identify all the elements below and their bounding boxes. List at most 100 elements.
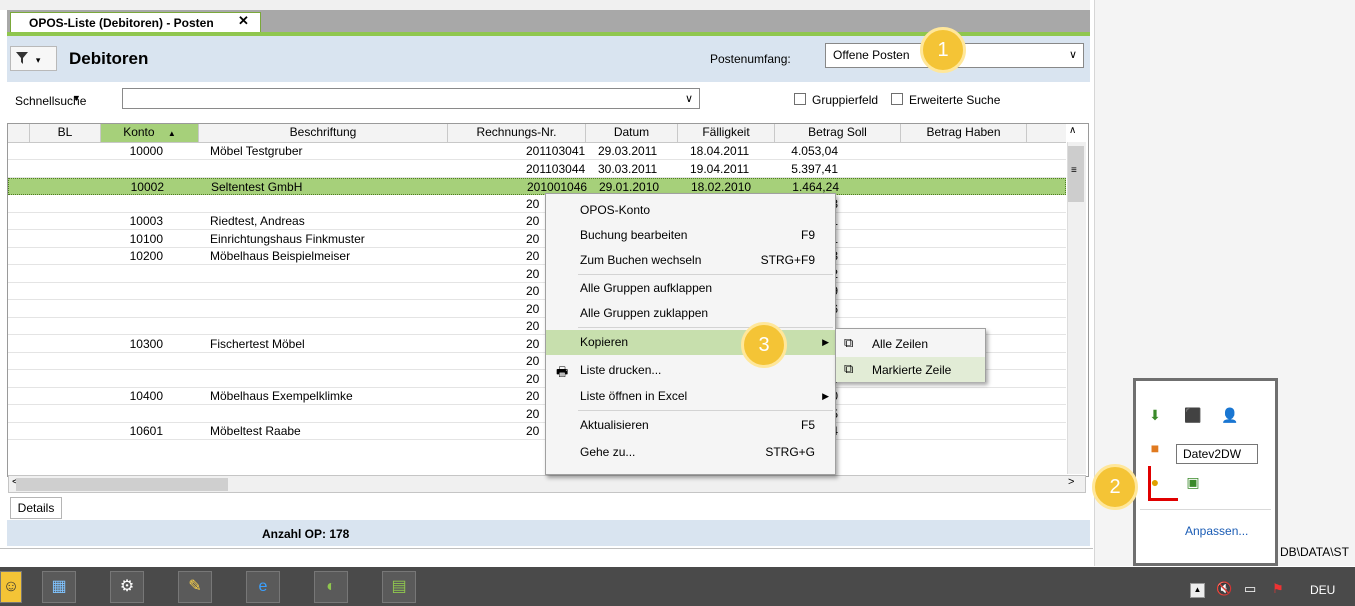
menu-item-aktualisieren[interactable]: Aktualisieren F5: [546, 413, 835, 438]
tray-app-icon[interactable]: ⬇: [1145, 406, 1165, 424]
table-row[interactable]: 201.017,82: [8, 266, 1066, 283]
tab-opos-liste[interactable]: OPOS-Liste (Debitoren) - Posten: [10, 12, 261, 34]
search-input[interactable]: ∨: [122, 88, 700, 109]
cell-rnr: 20: [526, 389, 540, 403]
table-row[interactable]: 10003Riedtest, Andreas203.029,91: [8, 213, 1066, 230]
flag-icon[interactable]: ⚑: [1272, 581, 1284, 597]
postenumfang-value: Offene Posten: [833, 48, 910, 62]
menu-separator: [578, 410, 833, 411]
menu-item-alle-gruppen-zuklappen[interactable]: Alle Gruppen zuklappen: [546, 301, 835, 326]
page-title: Debitoren: [69, 49, 149, 68]
table-row[interactable]: 204.369,76: [8, 301, 1066, 318]
table-row-selected[interactable]: 10002 Seltentest GmbH 201001046 29.01.2010 1…: [8, 178, 1066, 195]
cell-soll: 4.053,04: [791, 144, 838, 158]
show-hidden-icons-button[interactable]: ▲: [1190, 583, 1205, 598]
menu-separator: [578, 274, 833, 275]
table-row[interactable]: 201.370,93: [8, 196, 1066, 213]
tab-details[interactable]: Details: [10, 497, 62, 519]
col-rechnungs-nr[interactable]: Rechnungs-Nr.: [448, 124, 586, 142]
kopieren-submenu: ⧉ Alle Zeilen ⧉ Markierte Zeile: [835, 328, 986, 382]
table-row[interactable]: 10100Einrichtungshaus Finkmuster204.499,…: [8, 231, 1066, 248]
taskbar-app-icon[interactable]: ▦: [42, 571, 76, 603]
submenu-arrow-icon: ▶: [822, 391, 829, 401]
annotation-badge: 1: [920, 27, 966, 73]
user-icon[interactable]: 👤: [1220, 406, 1240, 424]
cell-rnr: 201103041: [526, 144, 586, 158]
highlight-marker: [1148, 466, 1151, 501]
chevron-down-icon[interactable]: ▼: [72, 93, 81, 103]
cell-rnr: 20: [526, 214, 540, 228]
erweiterte-suche-checkbox[interactable]: [891, 93, 903, 105]
taskbar-app-icon[interactable]: ☺: [0, 571, 22, 603]
erweiterte-suche-label: Erweiterte Suche: [909, 93, 1001, 107]
menu-label: Alle Gruppen aufklappen: [580, 281, 713, 295]
table-row[interactable]: 10400Möbelhaus Exempelklimke2050.105,30: [8, 388, 1066, 405]
taskbar-app-icon[interactable]: ◐: [314, 571, 348, 603]
col-betrag-haben[interactable]: Betrag Haben: [901, 124, 1027, 142]
postenumfang-label: Postenumfang:: [710, 52, 791, 66]
menu-item-opos-konto[interactable]: OPOS-Konto: [546, 198, 835, 223]
tab-close-icon[interactable]: ✕: [238, 13, 249, 29]
anpassen-link[interactable]: Anpassen...: [1185, 524, 1248, 538]
browser-icon[interactable]: e: [246, 571, 280, 603]
cell-faellig: 18.04.2011: [690, 144, 750, 158]
menu-item-buchung-bearbeiten[interactable]: Buchung bearbeiten F9: [546, 223, 835, 248]
cell-konto: 10300: [129, 336, 163, 351]
tray-app-icon[interactable]: ▣: [1183, 473, 1203, 491]
col-betrag-soll[interactable]: Betrag Soll: [775, 124, 901, 142]
cell-konto: 10200: [129, 249, 163, 263]
table-row[interactable]: 10200Möbelhaus Beispielmeiser202.836,83: [8, 248, 1066, 265]
chevron-down-icon: ∨: [1068, 49, 1077, 61]
copy-icon: ⧉: [844, 361, 854, 376]
horizontal-scrollbar-thumb[interactable]: [16, 478, 228, 491]
cell-faellig: 18.02.2010: [691, 180, 752, 194]
submenu-item-alle-zeilen[interactable]: ⧉ Alle Zeilen: [836, 331, 985, 356]
submenu-arrow-icon: ▶: [822, 337, 829, 347]
menu-separator: [578, 327, 833, 328]
tab-title: OPOS-Liste (Debitoren) - Posten: [29, 16, 214, 30]
table-row[interactable]: 201103044 30.03.2011 19.04.2011 5.397,41: [8, 161, 1066, 178]
language-indicator[interactable]: DEU: [1310, 583, 1335, 597]
table-row[interactable]: 10000 Möbel Testgruber 201103041 29.03.2011…: [8, 143, 1066, 160]
menu-item-gehe-zu[interactable]: Gehe zu... STRG+G: [546, 440, 835, 465]
table-row[interactable]: 204.978,75: [8, 406, 1066, 423]
submenu-label: Alle Zeilen: [872, 337, 929, 351]
cell-datum: 29.01.2010: [599, 180, 660, 194]
tray-app-icon[interactable]: ■: [1145, 439, 1165, 457]
scroll-up-icon[interactable]: ∧: [1069, 125, 1076, 136]
menu-item-liste-drucken[interactable]: 🖶 Liste drucken...: [546, 358, 835, 383]
speaker-muted-icon[interactable]: 🔇: [1216, 581, 1232, 597]
scroll-right-icon[interactable]: >: [1068, 476, 1074, 488]
col-konto[interactable]: Konto ▲: [101, 124, 199, 142]
menu-item-zum-buchen-wechseln[interactable]: Zum Buchen wechseln STRG+F9: [546, 248, 835, 273]
col-datum[interactable]: Datum: [586, 124, 678, 142]
cell-konto: 10601: [129, 424, 163, 438]
footer-bar: [7, 520, 1090, 546]
cell-rnr: 20: [526, 319, 540, 333]
cell-konto: 10003: [129, 214, 163, 228]
menu-item-alle-gruppen-aufklappen[interactable]: Alle Gruppen aufklappen: [546, 276, 835, 301]
menu-item-kopieren[interactable]: Kopieren ▶: [546, 330, 835, 355]
gruppierfeld-checkbox[interactable]: [794, 93, 806, 105]
submenu-item-markierte-zeile[interactable]: ⧉ Markierte Zeile: [836, 357, 985, 382]
table-row[interactable]: 204.408,19: [8, 283, 1066, 300]
gear-icon[interactable]: ⚙: [110, 571, 144, 603]
taskbar-app-icon[interactable]: ✎: [178, 571, 212, 603]
col-indicator: [8, 124, 30, 142]
col-beschriftung[interactable]: Beschriftung: [199, 124, 448, 142]
grip-icon: ≡: [1071, 165, 1077, 176]
calculator-icon[interactable]: ▤: [382, 571, 416, 603]
menu-label: Gehe zu...: [580, 445, 636, 459]
col-faelligkeit[interactable]: Fälligkeit: [678, 124, 775, 142]
table-row[interactable]: 10601Möbeltest Raabe20897,74: [8, 423, 1066, 440]
filter-button[interactable]: ▾: [10, 46, 57, 71]
grid-header: BL Konto ▲ Beschriftung Rechnungs-Nr. Da…: [8, 124, 1066, 143]
tray-app-icon[interactable]: ⬛: [1183, 406, 1203, 424]
menu-shortcut: STRG+G: [765, 445, 815, 459]
menu-item-liste-oeffnen-excel[interactable]: Liste öffnen in Excel ▶: [546, 384, 835, 409]
cell-name: Fischertest Möbel: [210, 336, 305, 351]
chevron-down-icon: ▾: [35, 55, 41, 65]
network-icon[interactable]: ▭: [1244, 581, 1256, 597]
menu-label: Liste öffnen in Excel: [580, 389, 688, 403]
col-bl[interactable]: BL: [30, 124, 101, 142]
